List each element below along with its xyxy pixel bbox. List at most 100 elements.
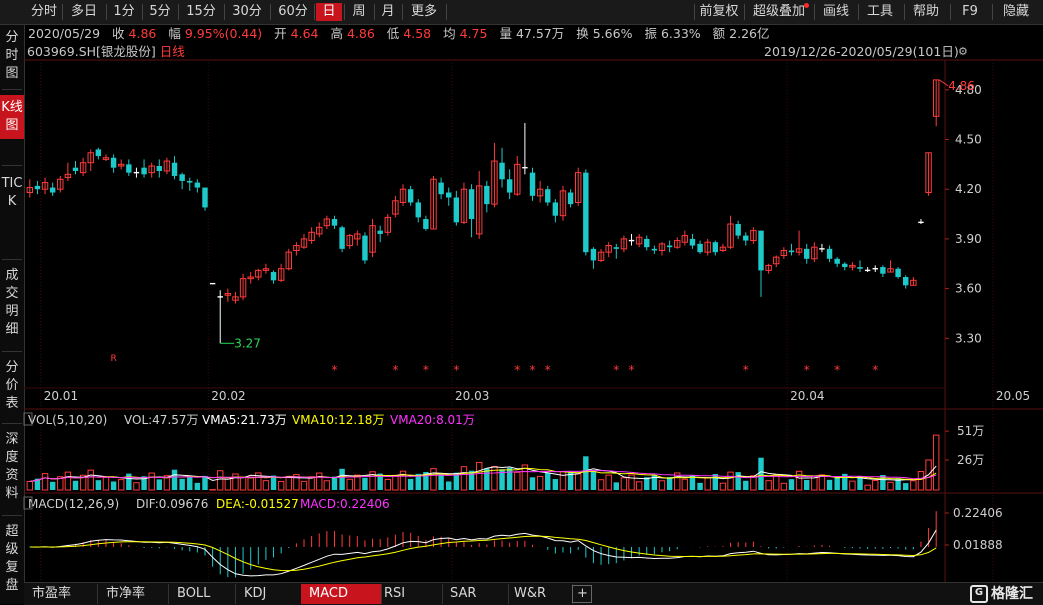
candle-body [842,264,847,267]
volume-bar [515,472,520,490]
indicator-tab-rsi[interactable]: RSI [376,584,443,604]
candle-body [713,242,718,252]
candle-body [111,158,116,168]
volume-bar [888,482,893,490]
candle-body [499,163,504,180]
volume-bar [461,467,466,490]
volume-bar [873,481,878,490]
add-indicator-button[interactable]: + [572,585,592,603]
candle-body [271,272,276,280]
volume-bar [362,478,367,490]
volume-bar [804,480,809,490]
volume-bar [431,469,436,490]
volume-bar [530,477,535,490]
volume-bar [218,471,223,490]
macd-title: MACD(12,26,9) [28,497,119,511]
high-marker-line [939,80,948,86]
volume-bar [537,476,542,490]
volume-bar [865,485,870,490]
volume-bar [469,471,474,490]
price-tick-label: 3.30 [955,331,982,345]
chart-canvas: 20.0120.0220.0320.0420.054.804.504.203.9… [0,0,1043,604]
macd-value: MACD:0.22406 [300,497,390,511]
volume-bar [598,480,603,490]
volume-bar [553,479,558,490]
volume-bar [545,473,550,490]
volume-bar [446,481,451,490]
volume-bar [103,477,108,490]
candle-body [507,179,512,192]
volume-bar [438,473,443,490]
volume-bar [735,472,740,490]
macd-dif-value: DIF:0.09676 [136,497,208,511]
volume-bar [766,481,771,490]
volume-bar [827,480,832,490]
volume-bar [187,476,192,490]
indicator-tab-macd[interactable]: MACD [301,584,382,604]
brand-icon: G [970,585,988,603]
candle-body [652,249,657,251]
indicator-tab-pb[interactable]: 市净率 [98,584,169,604]
volume-bar [263,481,268,490]
volume-bar [149,473,154,490]
indicator-tab-sar[interactable]: SAR [442,584,509,604]
candle-body [895,269,900,277]
volume-bar [606,475,611,490]
candle-body [50,188,55,193]
volume-bar [583,456,588,490]
candle-body [903,277,908,285]
brand-logo: G格隆汇 [970,584,1033,604]
candle-body [568,193,573,205]
candle-body [438,183,443,195]
price-tick-label: 3.90 [955,232,982,246]
volume-bar [819,475,824,490]
candle-body [126,164,131,172]
price-tick-label: 4.50 [955,133,982,147]
candle-body [362,236,367,261]
candle-body [789,251,794,253]
price-tick-label: 4.20 [955,182,982,196]
indicator-tab-kdj[interactable]: KDJ [236,584,303,604]
candle-body [743,236,748,241]
volume-bar [591,470,596,490]
volume-bar [408,479,413,490]
indicator-tab-wr[interactable]: W&R [506,584,573,604]
volume-bar [682,479,687,490]
volume-bar [659,481,664,490]
volume-bar [339,469,344,490]
indicator-tab-pe[interactable]: 市盈率 [24,584,98,604]
candle-body [690,239,695,246]
date-tick-label: 20.04 [790,389,824,403]
volume-vol-value: VOL:47.57万 [124,413,199,427]
candle-body [553,202,558,215]
macd-tick-label: 0.22406 [953,506,1003,520]
volume-bar [324,481,329,490]
volume-tick-label: 26万 [957,453,984,467]
candle-body [758,231,763,271]
volume-bar [697,483,702,490]
price-tick-label: 3.60 [955,282,982,296]
volume-bar [88,470,93,490]
volume-bar [774,476,779,490]
volume-bar [918,472,923,490]
candle-body [583,173,588,253]
volume-bar [758,458,763,490]
candle-body [469,189,474,219]
volume-bar [332,477,337,490]
volume-bar [248,477,253,490]
event-star-mark: * [545,363,551,377]
volume-bar [507,468,512,490]
volume-bar [286,476,291,490]
volume-bar [393,475,398,490]
volume-bar [301,481,306,490]
indicator-tab-boll[interactable]: BOLL [169,584,236,604]
candle-body [530,173,535,196]
candle-body [667,246,672,248]
event-star-mark: * [872,363,878,377]
candle-body [484,186,489,204]
volume-vma20-value: VMA20:8.01万 [390,413,475,427]
event-star-mark: * [423,363,429,377]
date-tick-label: 20.03 [455,389,489,403]
candle-body [339,227,344,249]
candle-body [179,174,184,181]
